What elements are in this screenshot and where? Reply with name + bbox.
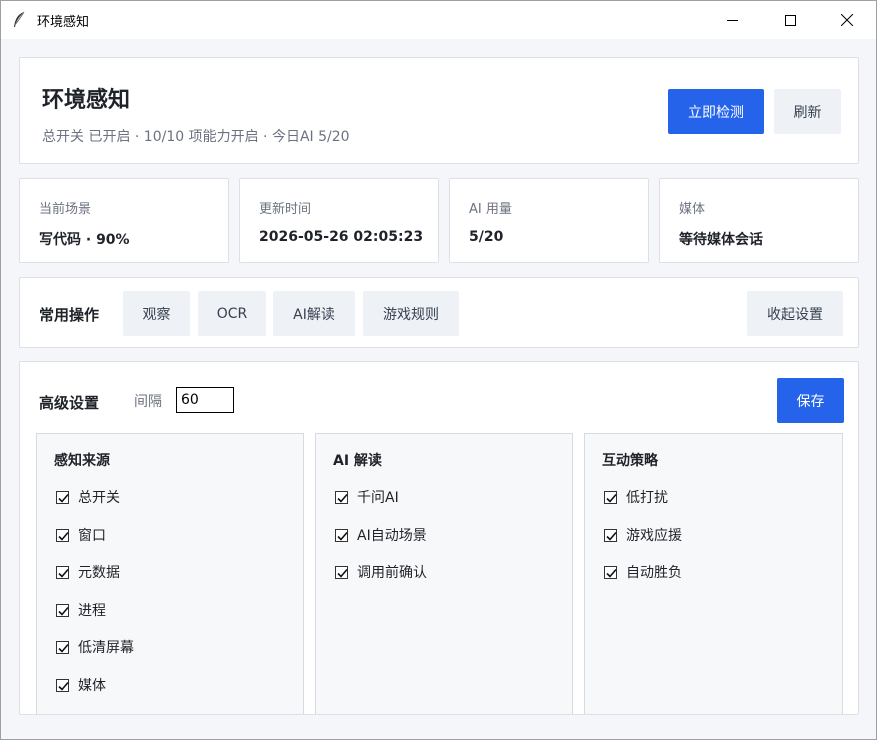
group-title: 互动策略 xyxy=(602,453,658,469)
option-label: 总开关 xyxy=(78,490,120,506)
check-icon xyxy=(58,643,69,653)
check-icon xyxy=(337,531,348,541)
check-icon xyxy=(58,606,69,616)
checkbox[interactable] xyxy=(335,528,348,542)
option-master-switch[interactable]: 总开关 xyxy=(56,487,120,507)
checkbox[interactable] xyxy=(335,565,348,579)
stat-card-media: 媒体 等待媒体会话 xyxy=(659,178,859,263)
option-low-disturb[interactable]: 低打扰 xyxy=(604,487,668,507)
header-card: 环境感知 总开关 已开启 · 10/10 项能力开启 · 今日AI 5/20 立… xyxy=(19,57,859,164)
checkbox[interactable] xyxy=(56,565,69,579)
option-auto-win-loss[interactable]: 自动胜负 xyxy=(604,562,682,582)
refresh-button[interactable]: 刷新 xyxy=(774,89,841,134)
stat-card-scene: 当前场景 写代码 · 90% xyxy=(19,178,229,263)
checkbox[interactable] xyxy=(56,528,69,542)
option-label: 千问AI xyxy=(357,490,399,506)
checkbox[interactable] xyxy=(56,490,69,504)
option-ai-auto-scene[interactable]: AI自动场景 xyxy=(335,525,427,545)
option-label: 游戏应援 xyxy=(626,528,682,544)
actions-card: 常用操作 观察 OCR AI解读 游戏规则 收起设置 xyxy=(19,277,859,348)
option-label: 低打扰 xyxy=(626,490,668,506)
app-window: 环境感知 环境感知 总开关 已开启 · 10/10 项能力开启 · 今日AI 5… xyxy=(0,0,877,740)
option-game-cheer[interactable]: 游戏应援 xyxy=(604,525,682,545)
game-rules-button[interactable]: 游戏规则 xyxy=(363,291,459,336)
option-label: AI自动场景 xyxy=(357,528,427,544)
stat-value: 2026-05-26 02:05:23 xyxy=(259,229,424,245)
option-metadata[interactable]: 元数据 xyxy=(56,562,120,582)
check-icon xyxy=(606,531,617,541)
option-label: 元数据 xyxy=(78,565,120,581)
actions-title: 常用操作 xyxy=(39,306,100,324)
check-icon xyxy=(337,493,348,503)
maximize-button[interactable] xyxy=(761,1,819,39)
stat-label: 更新时间 xyxy=(259,202,312,217)
close-button[interactable] xyxy=(818,1,876,39)
ocr-button[interactable]: OCR xyxy=(198,291,266,336)
title-bar: 环境感知 xyxy=(1,1,876,39)
save-button[interactable]: 保存 xyxy=(777,378,844,423)
maximize-icon xyxy=(784,14,796,26)
minimize-icon xyxy=(726,19,738,21)
option-low-res-screen[interactable]: 低清屏幕 xyxy=(56,637,134,657)
option-label: 窗口 xyxy=(78,528,106,544)
detect-now-button[interactable]: 立即检测 xyxy=(668,89,764,134)
check-icon xyxy=(58,568,69,578)
option-label: 低清屏幕 xyxy=(78,640,134,656)
check-icon xyxy=(606,493,617,503)
stat-label: AI 用量 xyxy=(469,202,512,217)
checkbox[interactable] xyxy=(604,565,617,579)
stat-label: 当前场景 xyxy=(39,202,92,217)
observe-button[interactable]: 观察 xyxy=(123,291,190,336)
group-sensing-sources: 感知来源 总开关 窗口 元数据 进程 低清屏幕 媒体 xyxy=(36,433,304,714)
group-ai-interpret: AI 解读 千问AI AI自动场景 调用前确认 xyxy=(315,433,573,714)
option-media[interactable]: 媒体 xyxy=(56,675,106,695)
checkbox[interactable] xyxy=(604,528,617,542)
checkbox[interactable] xyxy=(56,640,69,654)
window-title: 环境感知 xyxy=(37,15,90,30)
stat-value: 5/20 xyxy=(469,229,504,245)
check-icon xyxy=(606,568,617,578)
group-title: AI 解读 xyxy=(333,453,382,469)
feather-icon xyxy=(12,11,26,29)
option-label: 媒体 xyxy=(78,678,106,694)
option-label: 进程 xyxy=(78,603,106,619)
option-confirm-before-call[interactable]: 调用前确认 xyxy=(335,562,427,582)
stat-card-updated: 更新时间 2026-05-26 02:05:23 xyxy=(239,178,439,263)
interval-label: 间隔 xyxy=(134,394,162,410)
stat-card-ai-usage: AI 用量 5/20 xyxy=(449,178,649,263)
check-icon xyxy=(58,681,69,691)
interval-input[interactable] xyxy=(176,387,234,413)
checkbox[interactable] xyxy=(335,490,348,504)
settings-title: 高级设置 xyxy=(39,394,100,412)
option-qwen-ai[interactable]: 千问AI xyxy=(335,487,399,507)
stat-label: 媒体 xyxy=(679,202,706,217)
page-title: 环境感知 xyxy=(42,88,131,113)
option-window[interactable]: 窗口 xyxy=(56,525,106,545)
group-interaction-strategy: 互动策略 低打扰 游戏应援 自动胜负 xyxy=(584,433,843,714)
option-label: 调用前确认 xyxy=(357,565,427,581)
status-summary: 总开关 已开启 · 10/10 项能力开启 · 今日AI 5/20 xyxy=(42,129,350,145)
check-icon xyxy=(58,531,69,541)
advanced-settings-card: 高级设置 间隔 保存 感知来源 总开关 窗口 元数据 进程 低清屏幕 媒体 AI… xyxy=(19,361,859,715)
minimize-button[interactable] xyxy=(703,1,761,39)
stat-value: 写代码 · 90% xyxy=(39,232,130,248)
checkbox[interactable] xyxy=(56,603,69,617)
ai-interpret-button[interactable]: AI解读 xyxy=(273,291,355,336)
checkbox[interactable] xyxy=(604,490,617,504)
check-icon xyxy=(337,568,348,578)
collapse-settings-button[interactable]: 收起设置 xyxy=(747,291,843,336)
check-icon xyxy=(58,493,69,503)
close-icon xyxy=(841,14,853,26)
option-label: 自动胜负 xyxy=(626,565,682,581)
option-process[interactable]: 进程 xyxy=(56,600,106,620)
stat-value: 等待媒体会话 xyxy=(679,232,763,248)
group-title: 感知来源 xyxy=(54,453,110,469)
checkbox[interactable] xyxy=(56,678,69,692)
